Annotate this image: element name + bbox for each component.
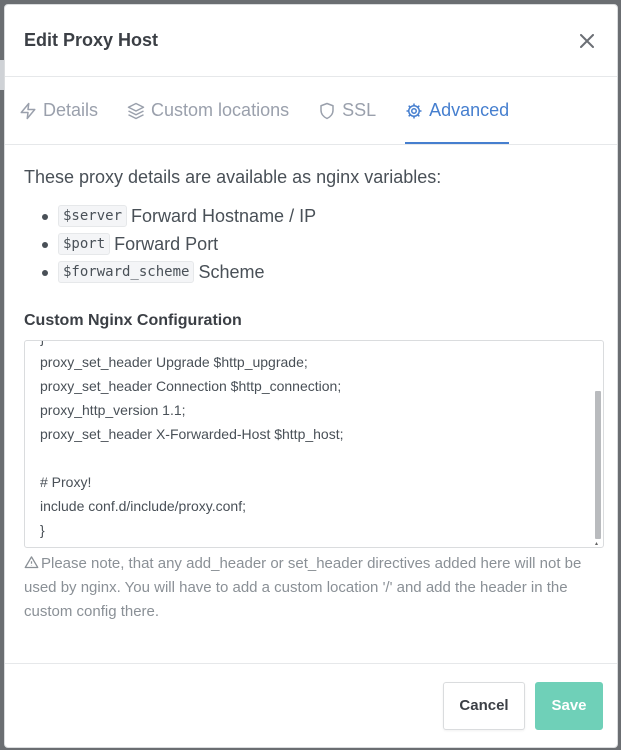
list-item: $server Forward Hostname / IP — [42, 202, 598, 230]
gear-icon — [406, 103, 422, 118]
tab-label: SSL — [342, 100, 377, 120]
tab-custom-locations[interactable]: Custom locations — [127, 77, 289, 144]
config-note: Please note, that any add_header or set_… — [24, 552, 598, 624]
config-lines: } proxy_set_header Upgrade $http_upgrade… — [40, 341, 587, 542]
modal-body: These proxy details are available as ngi… — [5, 145, 617, 624]
modal-footer: Cancel Save — [5, 663, 617, 747]
list-item: $forward_scheme Scheme — [42, 258, 598, 286]
variable-code: $server — [58, 205, 128, 227]
cancel-button[interactable]: Cancel — [443, 681, 525, 730]
close-button[interactable] — [575, 29, 599, 53]
config-line: proxy_http_version 1.1; — [40, 402, 186, 418]
shield-icon — [320, 102, 334, 119]
scrollbar-thumb[interactable] — [595, 391, 601, 539]
config-line: # Proxy! — [40, 474, 92, 490]
close-icon — [580, 33, 594, 48]
config-label: Custom Nginx Configuration — [24, 312, 242, 329]
tab-label: Details — [43, 100, 99, 120]
tab-advanced[interactable]: Advanced — [405, 77, 510, 144]
lightning-icon — [20, 102, 36, 119]
custom-nginx-config-textarea[interactable]: } proxy_set_header Upgrade $http_upgrade… — [24, 340, 604, 548]
tab-bar: Details Custom locations SSL Advanced — [5, 77, 617, 145]
config-line — [40, 446, 587, 470]
variable-desc: Forward Hostname / IP — [131, 205, 317, 226]
variables-list: $server Forward Hostname / IP $port Forw… — [24, 202, 598, 286]
variable-code: $port — [58, 233, 111, 255]
config-line: proxy_set_header X-Forwarded-Host $http_… — [40, 426, 344, 442]
config-line: proxy_set_header Connection $http_connec… — [40, 378, 342, 394]
warning-icon — [24, 556, 39, 569]
modal-title: Edit Proxy Host — [24, 30, 159, 50]
variable-desc: Scheme — [198, 261, 265, 282]
tab-details[interactable]: Details — [19, 77, 98, 144]
list-item: $port Forward Port — [42, 230, 598, 258]
layers-icon — [127, 102, 145, 119]
variable-code: $forward_scheme — [58, 261, 195, 283]
config-line: } — [40, 522, 45, 538]
save-button[interactable]: Save — [535, 681, 603, 730]
tab-label: Custom locations — [151, 100, 290, 120]
edit-proxy-host-modal: Edit Proxy Host Details Custom locations… — [4, 4, 618, 748]
modal-header: Edit Proxy Host — [5, 5, 617, 77]
config-note-text: Please note, that any add_header or set_… — [24, 555, 582, 620]
resize-handle[interactable]: ▴ — [595, 540, 601, 547]
tab-label: Advanced — [429, 100, 510, 120]
intro-text: These proxy details are available as ngi… — [24, 167, 442, 187]
config-line: } — [40, 341, 587, 350]
config-line: proxy_set_header Upgrade $http_upgrade; — [40, 354, 308, 370]
tab-ssl[interactable]: SSL — [318, 77, 376, 144]
variable-desc: Forward Port — [114, 233, 219, 254]
config-line: include conf.d/include/proxy.conf; — [40, 498, 246, 514]
